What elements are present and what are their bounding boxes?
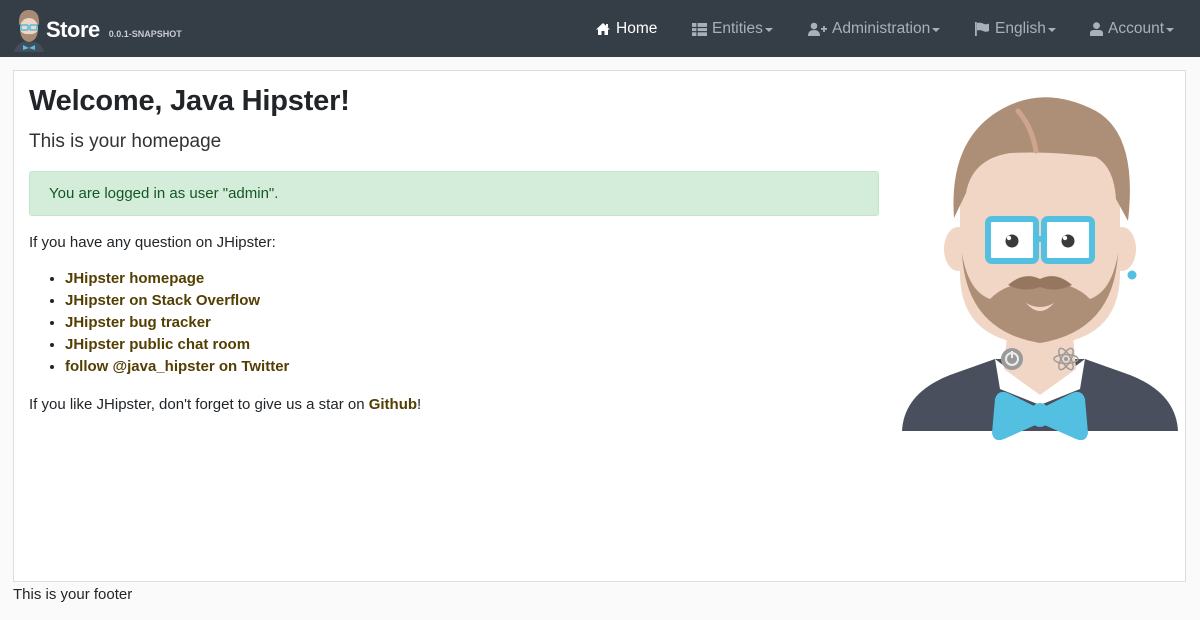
table-icon (692, 22, 707, 36)
login-status-alert: You are logged in as user "admin". (29, 171, 879, 216)
twitter-link[interactable]: follow @java_hipster on Twitter (65, 358, 289, 375)
bug-tracker-link[interactable]: JHipster bug tracker (65, 314, 211, 331)
nav-administration-label: Administration (832, 20, 931, 37)
nav-home-label: Home (616, 20, 658, 37)
user-icon (1090, 22, 1103, 36)
stack-overflow-link[interactable]: JHipster on Stack Overflow (65, 292, 260, 309)
brand-title: Store (46, 17, 100, 42)
nav-administration[interactable]: Administration (808, 18, 941, 40)
list-item: JHipster on Stack Overflow (65, 292, 289, 314)
list-item: JHipster bug tracker (65, 314, 289, 336)
caret-down-icon (932, 28, 941, 32)
jhipster-homepage-link[interactable]: JHipster homepage (65, 270, 204, 287)
nav-entities-label: Entities (712, 20, 763, 37)
main-card: Welcome, Java Hipster! This is your home… (13, 70, 1186, 582)
list-item: JHipster public chat room (65, 336, 289, 358)
github-link[interactable]: Github (369, 396, 417, 413)
star-text-suffix: ! (417, 396, 422, 413)
brand-version: 0.0.1-SNAPSHOT (108, 29, 182, 39)
home-icon (596, 23, 610, 35)
user-plus-icon (808, 22, 827, 36)
nav-home[interactable]: Home (595, 18, 657, 40)
hipster-illustration (902, 97, 1178, 441)
page-title: Welcome, Java Hipster! (29, 85, 350, 117)
nav-entities[interactable]: Entities (692, 18, 773, 40)
nav-language[interactable]: English (975, 18, 1056, 40)
github-star-text: If you like JHipster, don't forget to gi… (29, 396, 421, 413)
caret-down-icon (764, 28, 773, 32)
question-text: If you have any question on JHipster: (29, 234, 276, 251)
nav-account-label: Account (1108, 20, 1165, 37)
footer: This is your footer (13, 586, 133, 603)
page-subtitle: This is your homepage (29, 131, 222, 152)
caret-down-icon (1047, 28, 1056, 32)
list-item: follow @java_hipster on Twitter (65, 358, 289, 380)
nav-account[interactable]: Account (1090, 18, 1175, 40)
caret-down-icon (1166, 28, 1175, 32)
chat-room-link[interactable]: JHipster public chat room (65, 336, 250, 353)
list-item: JHipster homepage (65, 270, 289, 292)
navbar: Store 0.0.1-SNAPSHOT Home Entities Admin… (0, 0, 1200, 57)
nav-language-label: English (995, 20, 1046, 37)
star-text-prefix: If you like JHipster, don't forget to gi… (29, 396, 369, 413)
hipster-logo-icon (14, 10, 44, 52)
flag-icon (975, 22, 989, 36)
brand-link[interactable]: Store 0.0.1-SNAPSHOT (12, 8, 182, 52)
link-list: JHipster homepage JHipster on Stack Over… (29, 270, 289, 380)
